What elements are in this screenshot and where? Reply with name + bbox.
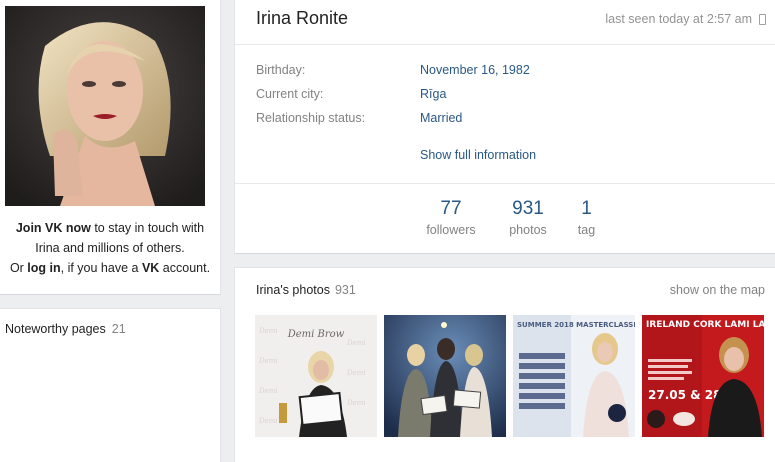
show-full-information-link[interactable]: Show full information	[420, 148, 536, 162]
birthday-value[interactable]: November 16, 1982	[420, 63, 530, 77]
mobile-phone-icon	[759, 14, 766, 25]
photos-title: Irina's photos	[256, 283, 330, 297]
profile-info-card: Irina Ronite last seen today at 2:57 am …	[235, 0, 775, 253]
profile-avatar[interactable]	[5, 6, 205, 206]
followers-label: followers	[426, 223, 476, 237]
profile-name: Irina Ronite	[256, 8, 349, 28]
info-row-relationship: Relationship status: Married	[256, 111, 756, 131]
photo-thumbnail[interactable]: SUMMER 2018 MASTERCLASSES	[513, 315, 635, 437]
photos-count: 931	[512, 198, 544, 219]
show-on-map-link[interactable]: show on the map	[670, 283, 765, 297]
thumb-caption: Demi Brow	[287, 329, 345, 340]
photo-image	[384, 315, 506, 437]
info-row-birthday: Birthday: November 16, 1982	[256, 63, 756, 83]
svg-text:Demi: Demi	[258, 417, 278, 425]
login-link[interactable]: log in	[27, 261, 60, 275]
thumb-caption: IRELAND CORK LAMI LASHES	[646, 320, 764, 330]
noteworthy-pages-header[interactable]: Noteworthy pages 21	[5, 322, 126, 336]
counter-followers[interactable]: 77 followers	[421, 198, 481, 237]
divider	[235, 183, 775, 184]
join-prompt: Join VK now to stay in touch with Irina …	[0, 218, 220, 278]
vk-text: VK	[141, 261, 160, 275]
counter-tags[interactable]: 1 tag	[573, 198, 600, 237]
avatar-image	[5, 6, 205, 206]
counter-photos[interactable]: 931 photos	[503, 198, 553, 237]
photos-header-count: 931	[334, 283, 356, 297]
birthday-label: Birthday:	[256, 63, 306, 77]
photo-thumbnail[interactable]	[384, 315, 506, 437]
svg-text:Demi: Demi	[258, 357, 278, 365]
noteworthy-pages-count: 21	[111, 322, 126, 336]
or-text: Or	[9, 261, 28, 275]
noteworthy-pages-label: Noteworthy pages	[5, 322, 106, 336]
photos-card: Irina's photos 931 show on the map Demi De…	[235, 268, 775, 462]
photo-image: Demi Demi Demi Demi Demi Demi Demi Demi Brow	[255, 315, 377, 437]
info-row-city: Current city: Rīga	[256, 87, 756, 107]
relationship-value: Married	[420, 111, 463, 125]
divider	[235, 44, 775, 45]
join-link[interactable]: Join VK now	[16, 221, 91, 235]
join-text-4: account.	[159, 261, 211, 275]
svg-text:Demi: Demi	[258, 327, 278, 335]
noteworthy-pages-card: Noteworthy pages 21	[0, 309, 220, 462]
svg-text:Demi: Demi	[346, 339, 366, 347]
join-text-1: to stay in touch with	[90, 221, 205, 235]
thumb-caption: SUMMER 2018 MASTERCLASSES	[517, 321, 635, 329]
photo-image: IRELAND CORK LAMI LASHES 27.05 & 28.05	[642, 315, 764, 437]
photos-label: photos	[509, 223, 547, 237]
svg-text:Demi: Demi	[258, 387, 278, 395]
svg-text:Demi: Demi	[346, 369, 366, 377]
join-text-2: Irina and millions of others.	[35, 241, 185, 255]
svg-text:Demi: Demi	[346, 399, 366, 407]
photo-thumbnail[interactable]: IRELAND CORK LAMI LASHES 27.05 & 28.05	[642, 315, 764, 437]
followers-count: 77	[440, 198, 462, 219]
city-label: Current city:	[256, 87, 324, 101]
tags-label: tag	[577, 223, 596, 237]
last-seen-status: last seen today at 2:57 am	[605, 12, 752, 26]
city-value[interactable]: Rīga	[420, 87, 446, 101]
photo-thumbnail[interactable]: Demi Demi Demi Demi Demi Demi Demi Demi Brow	[255, 315, 377, 437]
tags-count: 1	[581, 198, 592, 219]
photos-header[interactable]: Irina's photos 931	[256, 283, 356, 297]
profile-sidebar-card: Join VK now to stay in touch with Irina …	[0, 0, 220, 294]
relationship-label: Relationship status:	[256, 111, 366, 125]
photo-image: SUMMER 2018 MASTERCLASSES	[513, 315, 635, 437]
join-text-3: , if you have a	[60, 261, 142, 275]
